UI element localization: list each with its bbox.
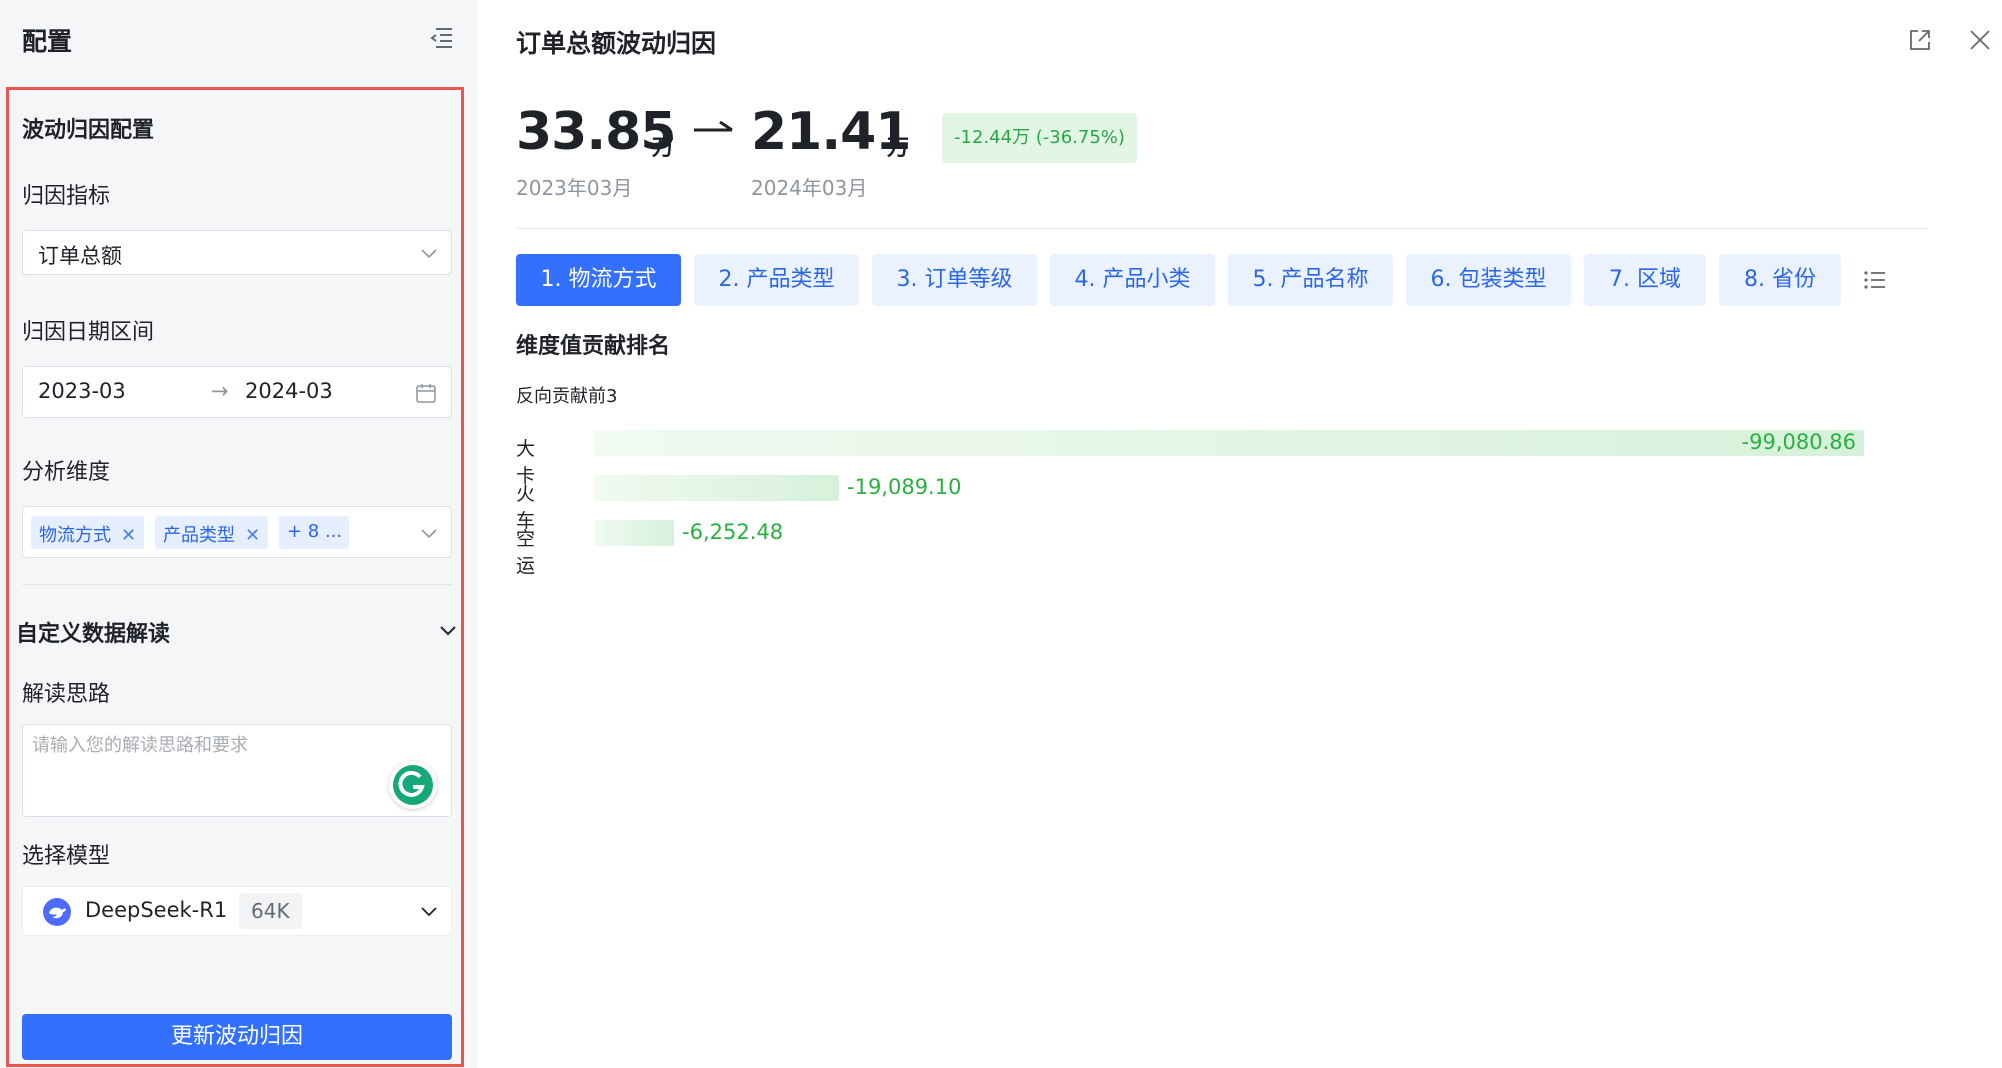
section-title-attribution-config: 波动归因配置: [22, 118, 155, 143]
range-arrow-icon: →: [211, 379, 229, 403]
app-root: 配置 波动归因配置 归因指标 订单总额 归因日期区间 2023-03 → 202…: [0, 0, 2002, 1068]
metric-select-value: 订单总额: [38, 244, 122, 268]
tab-logistics[interactable]: 1. 物流方式: [516, 254, 681, 306]
tab-product-type[interactable]: 2. 产品类型: [694, 254, 859, 306]
custom-interpretation-section[interactable]: 自定义数据解读: [16, 616, 170, 648]
bar-value-label: -19,089.10: [847, 475, 962, 499]
remove-tag-icon[interactable]: ✕: [245, 525, 260, 546]
tab-package-type[interactable]: 6. 包装类型: [1406, 254, 1571, 306]
bar: [594, 475, 839, 501]
rank-subtitle: 反向贡献前3: [516, 386, 618, 407]
tab-product-subcategory[interactable]: 4. 产品小类: [1050, 254, 1215, 306]
remove-tag-icon[interactable]: ✕: [121, 525, 136, 546]
config-title: 配置: [22, 27, 73, 56]
calendar-icon: [416, 384, 436, 403]
tab-region[interactable]: 7. 区域: [1584, 254, 1706, 306]
chevron-down-icon: [421, 907, 437, 917]
bar-value-label: -99,080.86: [1741, 430, 1856, 454]
right-arrow-icon: [694, 120, 733, 132]
config-panel: 配置 波动归因配置 归因指标 订单总额 归因日期区间 2023-03 → 202…: [0, 0, 478, 1068]
tab-province[interactable]: 8. 省份: [1719, 254, 1841, 306]
chevron-down-icon[interactable]: [438, 620, 458, 640]
dimension-tag-label: 产品类型: [163, 525, 235, 546]
tab-product-name[interactable]: 5. 产品名称: [1228, 254, 1393, 306]
model-select[interactable]: DeepSeek-R1 64K: [22, 886, 452, 936]
grammarly-icon[interactable]: [389, 761, 437, 809]
rank-title: 维度值贡献排名: [516, 334, 671, 359]
bar: [594, 520, 674, 546]
date-range-start[interactable]: 2023-03: [38, 379, 126, 403]
collapse-panel-icon[interactable]: [424, 22, 458, 52]
metric-label: 归因指标: [22, 184, 111, 209]
model-label: 选择模型: [22, 844, 111, 869]
open-external-icon[interactable]: [1906, 26, 1934, 54]
thought-label: 解读思路: [22, 682, 111, 707]
close-icon[interactable]: [1966, 26, 1994, 54]
metric-select[interactable]: 订单总额: [22, 230, 452, 275]
from-unit: 万: [652, 136, 675, 161]
tab-list-icon[interactable]: [1858, 263, 1894, 297]
model-context-badge: 64K: [239, 893, 302, 929]
to-unit: 万: [887, 136, 910, 161]
dimension-tag-label: 物流方式: [39, 525, 111, 546]
from-period: 2023年03月: [516, 176, 633, 200]
divider: [516, 228, 1928, 229]
delta-badge: -12.44万 (-36.75%): [942, 113, 1137, 163]
page-title: 订单总额波动归因: [516, 29, 717, 58]
dimensions-label: 分析维度: [22, 460, 111, 485]
chevron-down-icon: [421, 249, 437, 259]
date-range-label: 归因日期区间: [22, 320, 155, 345]
dimensions-multiselect[interactable]: 物流方式 ✕ 产品类型 ✕ + 8 ...: [22, 506, 452, 558]
dimension-tag: 产品类型 ✕: [155, 516, 269, 549]
bar: [594, 430, 1864, 456]
bar-category-label: 空运: [516, 528, 536, 577]
thought-textarea[interactable]: 请输入您的解读思路和要求: [22, 724, 452, 817]
model-name: DeepSeek-R1: [85, 898, 228, 922]
tab-order-level[interactable]: 3. 订单等级: [872, 254, 1037, 306]
update-attribution-button[interactable]: 更新波动归因: [22, 1014, 452, 1060]
chevron-down-icon: [421, 529, 437, 539]
thought-placeholder: 请输入您的解读思路和要求: [32, 735, 248, 756]
to-period: 2024年03月: [751, 176, 868, 200]
bar-value-label: -6,252.48: [682, 520, 784, 544]
more-tags-badge[interactable]: + 8 ...: [279, 516, 349, 549]
date-range-end[interactable]: 2024-03: [245, 379, 333, 403]
date-range-picker[interactable]: 2023-03 → 2024-03: [22, 366, 452, 418]
deepseek-logo-icon: [43, 898, 71, 926]
dimension-tag: 物流方式 ✕: [31, 516, 145, 549]
divider: [22, 584, 452, 585]
